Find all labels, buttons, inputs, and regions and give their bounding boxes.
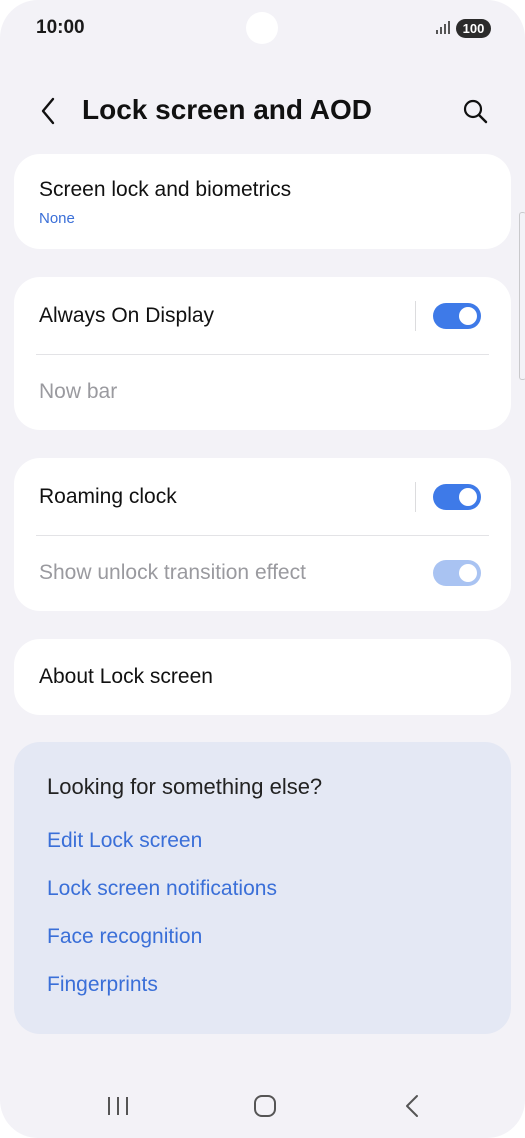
toggle-separator [415,482,416,512]
search-button[interactable] [456,92,494,130]
camera-cutout [246,12,278,44]
back-icon [406,1095,418,1117]
link-fingerprints[interactable]: Fingerprints [47,973,158,997]
suggestions-card: Looking for something else? Edit Lock sc… [14,742,511,1034]
toggle-separator [415,301,416,331]
unlock-transition-title: Show unlock transition effect [39,561,306,584]
screen-lock-item[interactable]: Screen lock and biometrics None [14,154,511,249]
back-button[interactable] [30,91,66,131]
now-bar-title: Now bar [39,380,118,403]
screen-lock-subtitle: None [39,210,75,227]
now-bar-item[interactable]: Now bar [14,355,511,430]
link-face-recognition[interactable]: Face recognition [47,925,202,949]
always-on-display-toggle[interactable] [433,303,481,329]
page-title: Lock screen and AOD [82,94,372,125]
always-on-display-title: Always On Display [39,304,215,327]
unlock-transition-toggle[interactable] [433,560,481,586]
unlock-transition-item[interactable]: Show unlock transition effect [14,536,414,611]
toggle-knob [459,488,477,506]
nav-back-button[interactable] [390,1088,434,1124]
recents-icon [108,1097,128,1115]
nav-recents-button[interactable] [96,1088,140,1124]
link-lock-screen-notifications[interactable]: Lock screen notifications [47,877,277,901]
toggle-knob [459,564,477,582]
always-on-display-item[interactable]: Always On Display [14,277,414,354]
roaming-clock-item[interactable]: Roaming clock [14,458,414,535]
roaming-clock-title: Roaming clock [39,485,177,508]
app-header: Lock screen and AOD [0,80,525,142]
battery-icon: 100 [456,19,491,38]
roaming-clock-toggle[interactable] [433,484,481,510]
link-edit-lock-screen[interactable]: Edit Lock screen [47,829,202,853]
signal-icon [436,21,450,34]
about-lock-screen-title: About Lock screen [39,665,213,688]
home-icon [254,1095,276,1117]
about-lock-screen-item[interactable]: About Lock screen [14,639,511,715]
navigation-bar [0,1078,525,1134]
screen-lock-title: Screen lock and biometrics [39,178,292,201]
status-time: 10:00 [36,17,85,38]
battery-level: 100 [462,21,485,36]
roaming-card: Roaming clock Show unlock transition eff… [14,458,511,611]
toggle-knob [459,307,477,325]
phone-screen: 10:00 100 Lock screen and AOD Screen loc… [0,0,525,1138]
scroll-handle[interactable] [519,212,525,380]
search-icon [463,99,488,124]
status-bar: 10:00 100 [0,0,525,58]
nav-home-button[interactable] [243,1088,287,1124]
chevron-left-icon [41,97,55,125]
aod-card: Always On Display Now bar [14,277,511,430]
suggestions-title: Looking for something else? [47,774,323,799]
